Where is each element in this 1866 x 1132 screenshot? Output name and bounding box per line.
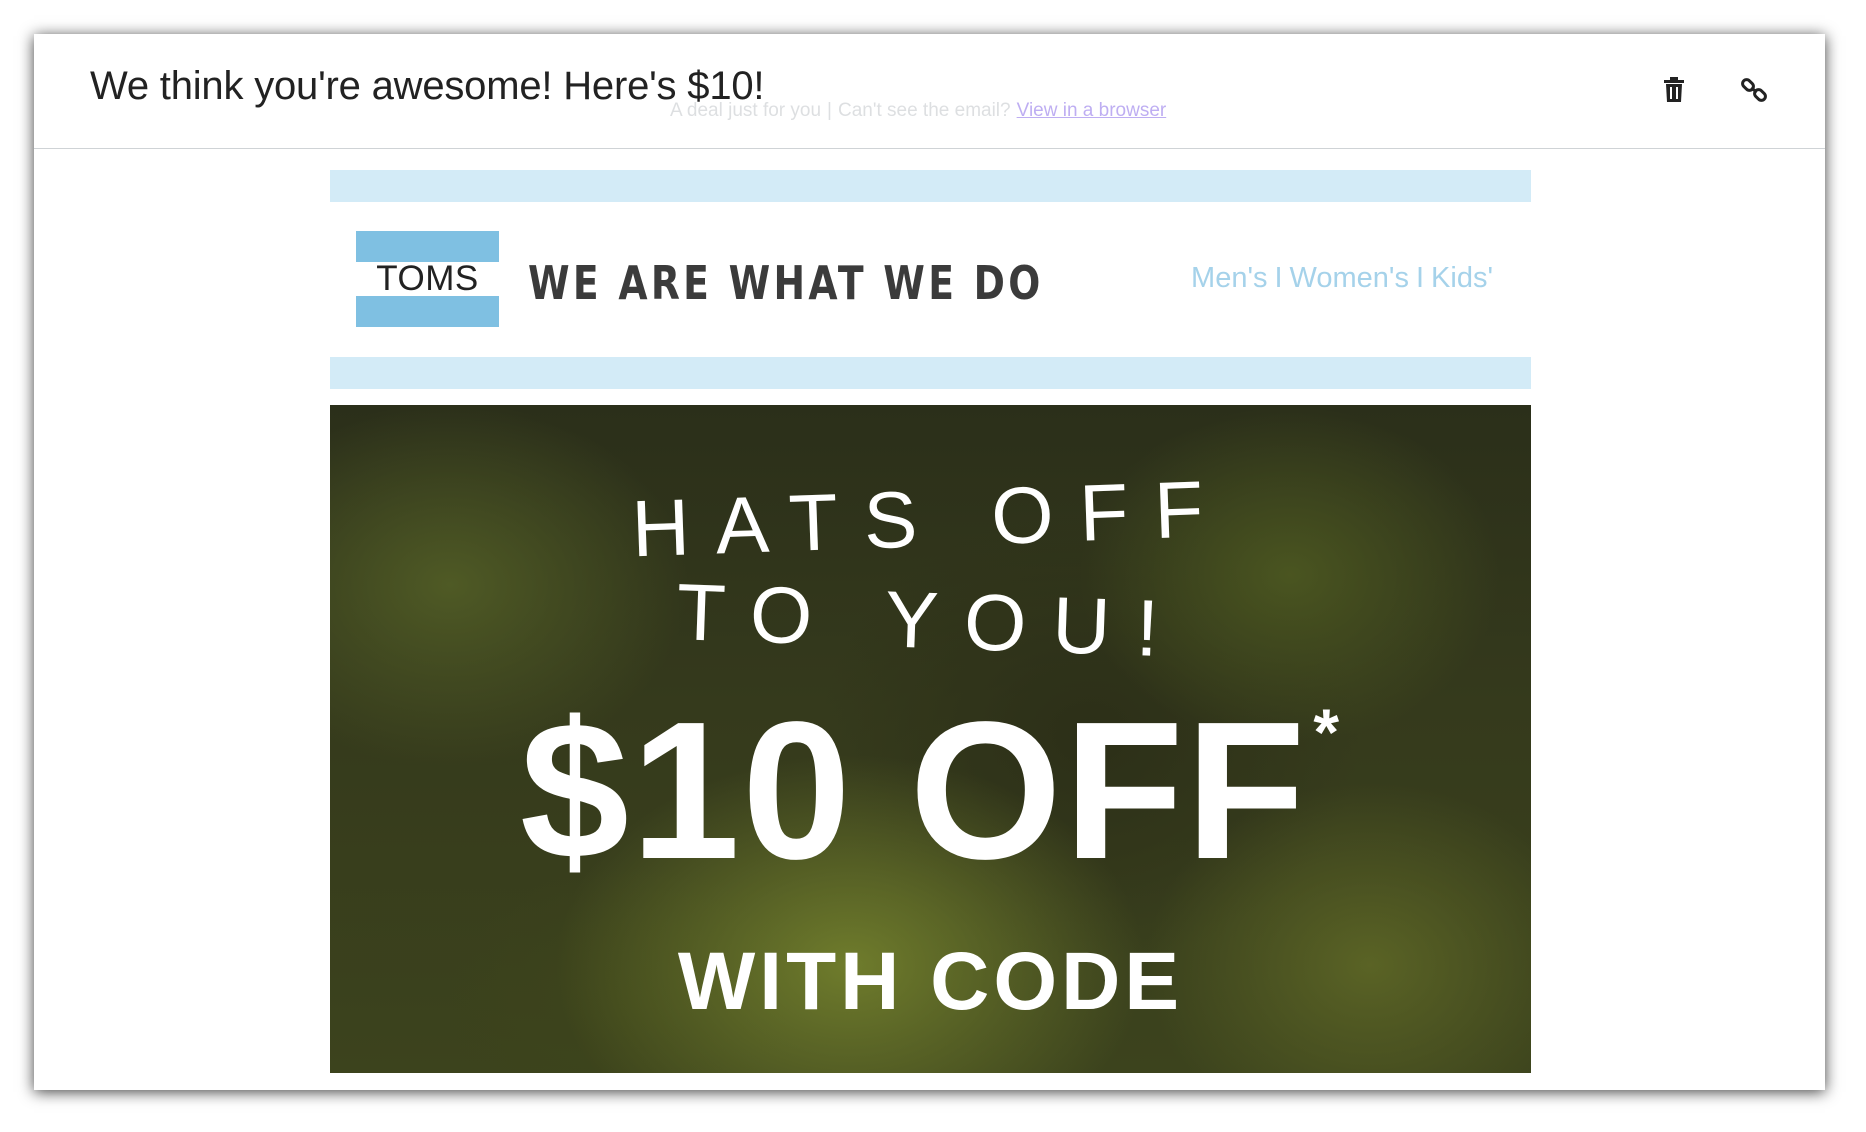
offer-amount: $10 OFF xyxy=(519,681,1308,900)
flag-stripe-top xyxy=(356,231,499,262)
nav-mens[interactable]: Men's xyxy=(1191,262,1267,294)
preheader-cant-see: Can't see the email? xyxy=(837,100,1011,121)
view-in-browser-link[interactable]: View in a browser xyxy=(1017,100,1167,121)
link-icon[interactable] xyxy=(1734,70,1774,110)
logo-text: TOMS xyxy=(356,259,499,298)
nav-kids[interactable]: Kids' xyxy=(1431,262,1493,294)
hero-code-line: WITH CODE xyxy=(677,936,1184,1027)
brand-tagline: WE ARE WHAT WE DO xyxy=(528,256,1044,310)
bottom-blue-bar xyxy=(330,357,1531,389)
email-subject: We think you're awesome! Here's $10! xyxy=(90,64,765,108)
email-viewer-card: We think you're awesome! Here's $10! A d… xyxy=(34,34,1825,1090)
viewer-header: We think you're awesome! Here's $10! A d… xyxy=(34,34,1825,149)
nav-separator: I xyxy=(1415,262,1425,294)
email-body: TOMS WE ARE WHAT WE DO Men's I Women's I Kid… xyxy=(330,170,1531,1073)
hero-banner[interactable]: HATS OFF TO YOU! $10 OFF* WITH CODE xyxy=(330,405,1531,1073)
preheader-text: A deal just for you xyxy=(670,100,822,121)
trash-icon[interactable] xyxy=(1654,70,1694,110)
brand-row: TOMS WE ARE WHAT WE DO Men's I Women's I Kid… xyxy=(330,202,1531,357)
flag-stripe-bottom xyxy=(356,296,499,327)
hero-headline-2: TO YOU! xyxy=(675,567,1186,674)
toms-logo[interactable]: TOMS xyxy=(356,231,499,327)
hero-offer: $10 OFF* xyxy=(330,693,1531,889)
offer-asterisk: * xyxy=(1313,695,1342,769)
preheader-separator: | xyxy=(827,100,832,121)
email-preheader: A deal just for you | Can't see the email?… xyxy=(670,100,1166,122)
nav-womens[interactable]: Women's xyxy=(1290,262,1409,294)
category-nav: Men's I Women's I Kids' xyxy=(1191,262,1493,295)
nav-separator: I xyxy=(1274,262,1283,294)
top-blue-bar xyxy=(330,170,1531,202)
